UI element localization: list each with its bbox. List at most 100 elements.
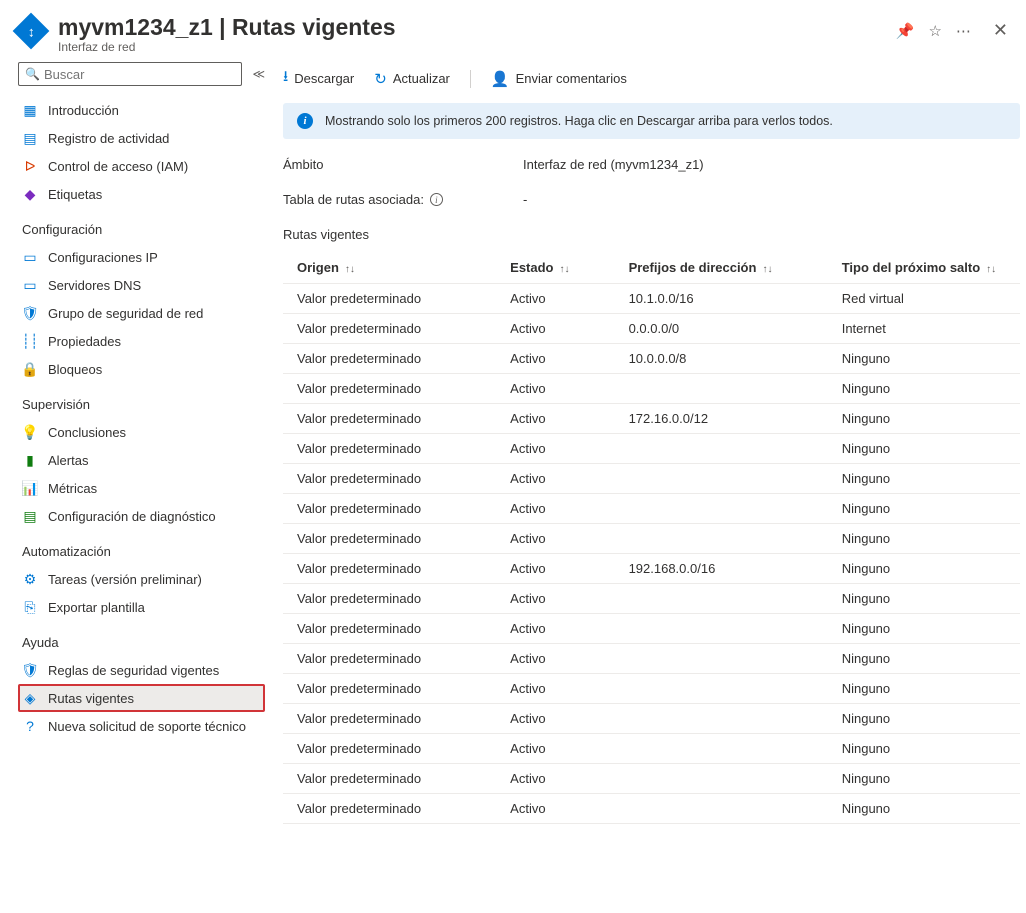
- sidebar-item[interactable]: ▦Introducción: [18, 96, 265, 124]
- sort-icon[interactable]: ↑↓: [762, 264, 772, 275]
- sidebar-group-auto: Automatización: [18, 530, 265, 565]
- sidebar-item[interactable]: 🔒Bloqueos: [18, 355, 265, 383]
- cell-state: Activo: [496, 734, 614, 764]
- favorite-button[interactable]: ☆: [928, 22, 941, 40]
- routes-table-wrap[interactable]: Origen↑↓ Estado↑↓ Prefijos de dirección↑…: [283, 252, 1020, 824]
- more-button[interactable]: ⋯: [956, 22, 971, 40]
- sidebar-item[interactable]: ┊┊Propiedades: [18, 327, 265, 355]
- table-row[interactable]: Valor predeterminadoActivoNinguno-: [283, 734, 1020, 764]
- routetable-row: Tabla de rutas asociada: i -: [283, 192, 1026, 207]
- sidebar-item[interactable]: ᐅControl de acceso (IAM): [18, 152, 265, 180]
- sidebar-item-label: Configuraciones IP: [48, 250, 158, 265]
- table-row[interactable]: Valor predeterminadoActivo172.16.0.0/12N…: [283, 404, 1020, 434]
- sidebar-item[interactable]: ▤Registro de actividad: [18, 124, 265, 152]
- cell-prefix: [615, 644, 828, 674]
- sidebar-item[interactable]: ▭Configuraciones IP: [18, 243, 265, 271]
- table-row[interactable]: Valor predeterminadoActivoNinguno-: [283, 434, 1020, 464]
- cell-origin: Valor predeterminado: [283, 434, 496, 464]
- sidebar: 🔍 ≪ ▦Introducción▤Registro de actividadᐅ…: [0, 62, 265, 824]
- collapse-sidebar-button[interactable]: ≪: [252, 67, 265, 81]
- search-input-wrap[interactable]: 🔍: [18, 62, 242, 86]
- sidebar-item-label: Conclusiones: [48, 425, 126, 440]
- info-circle-icon[interactable]: i: [430, 193, 443, 206]
- cell-origin: Valor predeterminado: [283, 704, 496, 734]
- table-row[interactable]: Valor predeterminadoActivoNinguno-: [283, 794, 1020, 824]
- cell-state: Activo: [496, 464, 614, 494]
- cell-prefix: [615, 434, 828, 464]
- cell-state: Activo: [496, 644, 614, 674]
- cell-nexthop: Ninguno: [828, 734, 1020, 764]
- routetable-label: Tabla de rutas asociada: i: [283, 192, 523, 207]
- table-row[interactable]: Valor predeterminadoActivo0.0.0.0/0Inter…: [283, 314, 1020, 344]
- sidebar-item[interactable]: 🛡Reglas de seguridad vigentes: [18, 656, 265, 684]
- table-row[interactable]: Valor predeterminadoActivoNinguno-: [283, 704, 1020, 734]
- dns-icon: ▭: [22, 277, 38, 293]
- cell-nexthop: Ninguno: [828, 554, 1020, 584]
- cell-origin: Valor predeterminado: [283, 344, 496, 374]
- refresh-icon: ↻: [374, 70, 387, 88]
- pin-button[interactable]: 📌: [896, 22, 915, 40]
- props-icon: ┊┊: [22, 333, 38, 349]
- sidebar-item[interactable]: ⎘Exportar plantilla: [18, 593, 265, 621]
- sidebar-item[interactable]: ▤Configuración de diagnóstico: [18, 502, 265, 530]
- cell-state: Activo: [496, 584, 614, 614]
- download-button[interactable]: ⭳ Descargar: [283, 66, 354, 91]
- table-row[interactable]: Valor predeterminadoActivoNinguno-: [283, 494, 1020, 524]
- sort-icon[interactable]: ↑↓: [345, 264, 355, 275]
- table-row[interactable]: Valor predeterminadoActivoNinguno-: [283, 674, 1020, 704]
- routes-table: Origen↑↓ Estado↑↓ Prefijos de dirección↑…: [283, 252, 1020, 824]
- cell-state: Activo: [496, 284, 614, 314]
- cell-nexthop: Ninguno: [828, 404, 1020, 434]
- cell-prefix: [615, 764, 828, 794]
- close-button[interactable]: ✕: [993, 20, 1008, 41]
- col-estado[interactable]: Estado↑↓: [496, 252, 614, 284]
- cell-state: Activo: [496, 794, 614, 824]
- col-origen[interactable]: Origen↑↓: [283, 252, 496, 284]
- cell-origin: Valor predeterminado: [283, 614, 496, 644]
- page-header: ↕ myvm1234_z1 | Rutas vigentes Interfaz …: [0, 0, 1026, 62]
- sidebar-item[interactable]: ?Nueva solicitud de soporte técnico: [18, 712, 265, 740]
- cell-prefix: [615, 464, 828, 494]
- sidebar-item[interactable]: ▮Alertas: [18, 446, 265, 474]
- table-row[interactable]: Valor predeterminadoActivo10.1.0.0/16Red…: [283, 284, 1020, 314]
- sidebar-item[interactable]: 🛡Grupo de seguridad de red: [18, 299, 265, 327]
- table-row[interactable]: Valor predeterminadoActivoNinguno-: [283, 584, 1020, 614]
- info-icon: i: [297, 113, 313, 129]
- table-row[interactable]: Valor predeterminadoActivoNinguno-: [283, 464, 1020, 494]
- sidebar-item[interactable]: 💡Conclusiones: [18, 418, 265, 446]
- sidebar-group-help: Ayuda: [18, 621, 265, 656]
- feedback-button[interactable]: 👤 Enviar comentarios: [491, 70, 627, 88]
- table-row[interactable]: Valor predeterminadoActivo192.168.0.0/16…: [283, 554, 1020, 584]
- col-tipo[interactable]: Tipo del próximo salto↑↓: [828, 252, 1020, 284]
- cell-nexthop: Ninguno: [828, 674, 1020, 704]
- alerts-icon: ▮: [22, 452, 38, 468]
- sidebar-item[interactable]: ▭ Servidores DNS: [18, 271, 265, 299]
- cell-state: Activo: [496, 704, 614, 734]
- col-prefijo[interactable]: Prefijos de dirección↑↓: [615, 252, 828, 284]
- page-title: myvm1234_z1 | Rutas vigentes: [58, 14, 896, 41]
- cell-origin: Valor predeterminado: [283, 494, 496, 524]
- table-row[interactable]: Valor predeterminadoActivoNinguno-: [283, 644, 1020, 674]
- table-row[interactable]: Valor predeterminadoActivoNinguno-: [283, 764, 1020, 794]
- sidebar-item[interactable]: 📊Métricas: [18, 474, 265, 502]
- sidebar-item-label: Introducción: [48, 103, 119, 118]
- sidebar-item-label: Servidores DNS: [48, 278, 141, 293]
- routes-icon: ◈: [22, 690, 38, 706]
- search-input[interactable]: [44, 67, 235, 82]
- sidebar-item[interactable]: ◆Etiquetas: [18, 180, 265, 208]
- table-row[interactable]: Valor predeterminadoActivo10.0.0.0/8Ning…: [283, 344, 1020, 374]
- sort-icon[interactable]: ↑↓: [560, 264, 570, 275]
- sidebar-item[interactable]: ◈ Rutas vigentes: [18, 684, 265, 712]
- sort-icon[interactable]: ↑↓: [986, 264, 996, 275]
- refresh-button[interactable]: ↻ Actualizar: [374, 70, 450, 88]
- table-row[interactable]: Valor predeterminadoActivoNinguno-: [283, 614, 1020, 644]
- cell-origin: Valor predeterminado: [283, 674, 496, 704]
- sidebar-item[interactable]: ⚙Tareas (versión preliminar): [18, 565, 265, 593]
- table-row[interactable]: Valor predeterminadoActivoNinguno-: [283, 374, 1020, 404]
- export-icon: ⎘: [22, 599, 38, 615]
- table-row[interactable]: Valor predeterminadoActivoNinguno-: [283, 524, 1020, 554]
- cell-origin: Valor predeterminado: [283, 284, 496, 314]
- table-title: Rutas vigentes: [283, 227, 1026, 242]
- routetable-value: -: [523, 192, 527, 207]
- sidebar-item-label: Rutas vigentes: [48, 691, 134, 706]
